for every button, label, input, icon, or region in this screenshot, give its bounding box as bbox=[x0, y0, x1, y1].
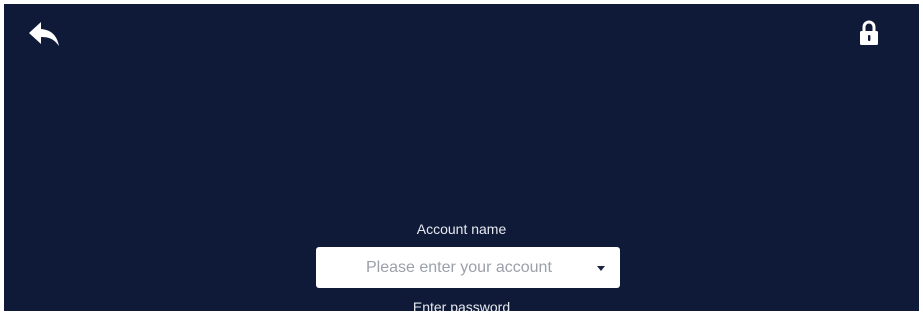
password-label: Enter password bbox=[412, 299, 511, 311]
login-screen: Account name Please enter your account E… bbox=[4, 4, 919, 311]
account-name-label: Account name bbox=[416, 221, 507, 237]
account-select[interactable]: Please enter your account bbox=[316, 247, 620, 288]
lock-button[interactable] bbox=[858, 20, 880, 46]
account-placeholder: Please enter your account bbox=[366, 259, 552, 276]
back-arrow-icon bbox=[29, 22, 59, 46]
lock-icon bbox=[860, 20, 878, 45]
chevron-down-icon[interactable] bbox=[596, 264, 606, 272]
back-button[interactable] bbox=[26, 18, 62, 50]
